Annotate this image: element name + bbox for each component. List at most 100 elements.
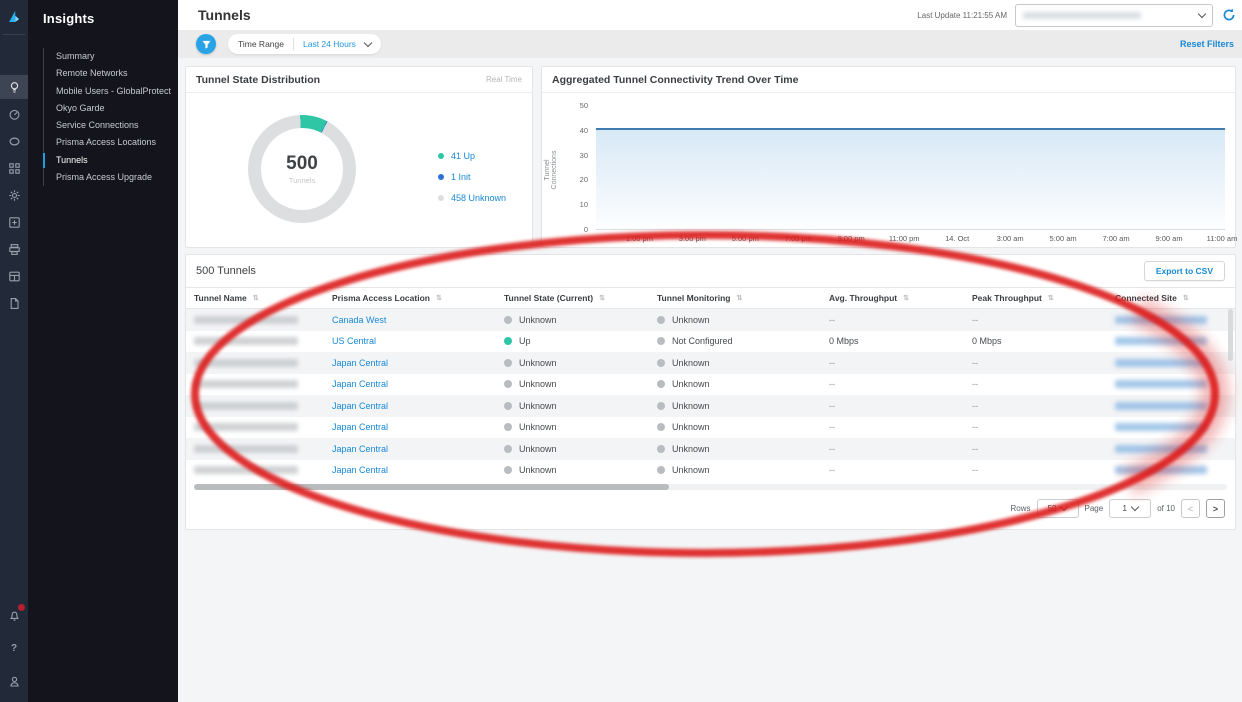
sort-icon[interactable]: ⇅ (1183, 294, 1189, 302)
donut-total: 500 (286, 154, 318, 173)
x-tick: 9:00 pm (838, 234, 865, 243)
account-dropdown[interactable] (1015, 4, 1213, 27)
page-select[interactable]: 1 (1109, 499, 1151, 518)
prisma-logo[interactable] (0, 0, 28, 34)
column-label: Tunnel Name (194, 293, 247, 303)
redacted-connected-site[interactable] (1115, 466, 1207, 474)
legend-item-up[interactable]: 41 Up (438, 145, 506, 166)
settings-icon[interactable] (0, 183, 28, 207)
tunnel-monitoring-cell: Unknown (657, 444, 829, 454)
connected-site-cell (1115, 337, 1227, 345)
column-header-tunnel-monitoring[interactable]: Tunnel Monitoring⇅ (657, 293, 829, 303)
location-link[interactable]: Canada West (332, 315, 386, 325)
real-time-badge: Real Time (486, 75, 522, 84)
dashboard-icon[interactable] (0, 102, 28, 126)
location-link[interactable]: Japan Central (332, 422, 388, 432)
column-header-prisma-access-location[interactable]: Prisma Access Location⇅ (332, 293, 504, 303)
status-label: Unknown (672, 358, 710, 368)
sort-icon[interactable]: ⇅ (253, 294, 259, 302)
page-of-label: of 10 (1157, 504, 1175, 513)
sidebar-item-okyo-garde[interactable]: Okyo Garde (44, 100, 178, 117)
column-header-peak-throughput[interactable]: Peak Throughput ⇅ (972, 293, 1115, 303)
page-value: 1 (1122, 504, 1126, 513)
sort-icon[interactable]: ⇅ (1048, 294, 1054, 302)
x-tick: 3:00 pm (679, 234, 706, 243)
legend-item-init[interactable]: 1 Init (438, 166, 506, 187)
export-csv-button[interactable]: Export to CSV (1144, 261, 1225, 281)
table-row[interactable]: US CentralUpNot Configured0 Mbps0 Mbps (186, 331, 1235, 353)
monitor-icon[interactable] (0, 129, 28, 153)
donut-total-label: Tunnels (289, 176, 315, 185)
sidebar-item-summary[interactable]: Summary (44, 48, 178, 65)
redacted-connected-site[interactable] (1115, 380, 1207, 388)
table-row[interactable]: Japan CentralUnknownUnknown---- (186, 438, 1235, 460)
table-row[interactable]: Japan CentralUnknownUnknown---- (186, 352, 1235, 374)
y-tick: 20 (580, 175, 588, 184)
sidebar-item-prisma-access-upgrade[interactable]: Prisma Access Upgrade (44, 169, 178, 186)
help-icon[interactable]: ? (0, 636, 28, 660)
apps-icon[interactable] (0, 156, 28, 180)
tunnel-name-cell (194, 359, 332, 367)
sidebar-item-mobile-users-globalprotect[interactable]: Mobile Users - GlobalProtect (44, 83, 178, 100)
legend-label: 458 Unknown (451, 193, 506, 203)
rows-label: Rows (1011, 504, 1031, 513)
sidebar-item-service-connections[interactable]: Service Connections (44, 117, 178, 134)
location-link[interactable]: US Central (332, 336, 376, 346)
status-label: Unknown (672, 465, 710, 475)
status-label: Unknown (519, 379, 557, 389)
redacted-connected-site[interactable] (1115, 337, 1207, 345)
previous-page-button[interactable]: < (1181, 499, 1200, 518)
reset-filters-link[interactable]: Reset Filters (1180, 39, 1234, 49)
location-link[interactable]: Japan Central (332, 444, 388, 454)
table-row[interactable]: Japan CentralUnknownUnknown---- (186, 460, 1235, 482)
sort-icon[interactable]: ⇅ (903, 294, 909, 302)
print-icon[interactable] (0, 237, 28, 261)
peak-throughput-cell: -- (972, 444, 1115, 454)
sidebar-item-remote-networks[interactable]: Remote Networks (44, 65, 178, 82)
user-icon[interactable] (0, 669, 28, 693)
sort-icon[interactable]: ⇅ (737, 294, 743, 302)
location-link[interactable]: Japan Central (332, 379, 388, 389)
location-link[interactable]: Japan Central (332, 465, 388, 475)
table-row[interactable]: Japan CentralUnknownUnknown---- (186, 417, 1235, 439)
rows-per-page-select[interactable]: 50 (1037, 499, 1079, 518)
tunnel-name-cell (194, 423, 332, 431)
redacted-connected-site[interactable] (1115, 423, 1207, 431)
tunnel-state-cell: Unknown (504, 401, 657, 411)
location-cell: Japan Central (332, 444, 504, 454)
table-row[interactable]: Canada WestUnknownUnknown---- (186, 309, 1235, 331)
status-label: Unknown (672, 444, 710, 454)
notifications-icon[interactable] (0, 603, 28, 627)
x-tick: 11:00 pm (889, 234, 920, 243)
next-page-button[interactable]: > (1206, 499, 1225, 518)
layout-icon[interactable] (0, 264, 28, 288)
column-label: Peak Throughput (972, 293, 1042, 303)
column-header-tunnel-name[interactable]: Tunnel Name ⇅ (194, 293, 332, 303)
status-label: Unknown (672, 401, 710, 411)
redacted-connected-site[interactable] (1115, 402, 1207, 410)
filter-button[interactable] (196, 34, 216, 54)
refresh-button[interactable] (1221, 7, 1237, 23)
insights-icon[interactable] (0, 75, 28, 99)
add-widget-icon[interactable] (0, 210, 28, 234)
location-link[interactable]: Japan Central (332, 401, 388, 411)
redacted-connected-site[interactable] (1115, 445, 1207, 453)
column-header-avg-throughput[interactable]: Avg. Throughput⇅ (829, 293, 972, 303)
redacted-connected-site[interactable] (1115, 359, 1207, 367)
sidebar-item-prisma-access-locations[interactable]: Prisma Access Locations (44, 134, 178, 151)
sort-icon[interactable]: ⇅ (599, 294, 605, 302)
time-range-select[interactable]: Time Range Last 24 Hours (228, 34, 381, 54)
table-row[interactable]: Japan CentralUnknownUnknown---- (186, 374, 1235, 396)
horizontal-scrollbar[interactable] (194, 484, 1227, 490)
sidebar-item-tunnels[interactable]: Tunnels (44, 152, 178, 169)
horizontal-scrollbar-thumb[interactable] (194, 484, 669, 490)
column-header-connected-site[interactable]: Connected Site⇅ (1115, 293, 1227, 303)
location-link[interactable]: Japan Central (332, 358, 388, 368)
document-icon[interactable] (0, 291, 28, 315)
redacted-connected-site[interactable] (1115, 316, 1207, 324)
vertical-scrollbar-thumb[interactable] (1228, 309, 1233, 361)
table-row[interactable]: Japan CentralUnknownUnknown---- (186, 395, 1235, 417)
legend-item-unknown[interactable]: 458 Unknown (438, 187, 506, 208)
sort-icon[interactable]: ⇅ (436, 294, 442, 302)
column-header-tunnel-state-current[interactable]: Tunnel State (Current)⇅ (504, 293, 657, 303)
